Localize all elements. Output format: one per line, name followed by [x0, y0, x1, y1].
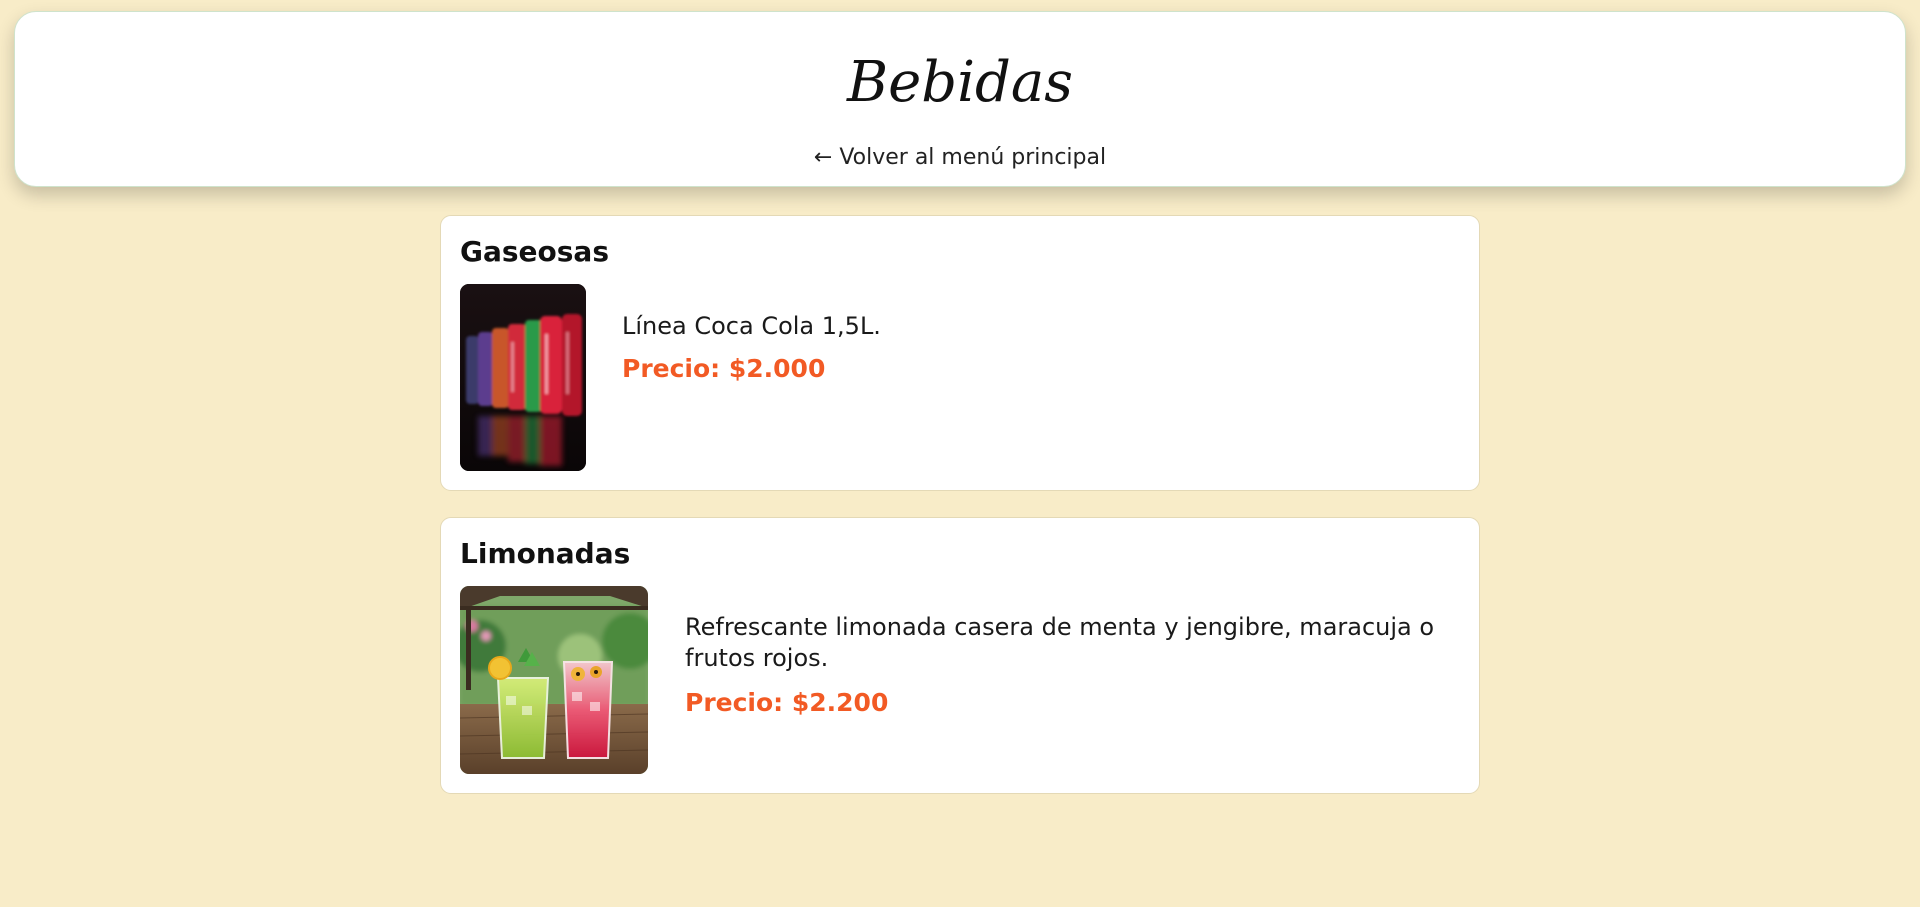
lemonade-glasses-image	[460, 586, 648, 774]
section-card-limonadas: Limonadas Refrescante limonada casera de…	[440, 517, 1480, 794]
page-header: Bebidas ← Volver al menú principal	[14, 11, 1906, 187]
section-title: Limonadas	[460, 537, 631, 570]
item-price: Precio: $2.000	[622, 354, 826, 383]
section-title: Gaseosas	[460, 235, 609, 268]
back-to-menu-link[interactable]: ← Volver al menú principal	[15, 145, 1905, 170]
item-price: Precio: $2.200	[685, 688, 889, 717]
page-title: Bebidas	[846, 50, 1074, 115]
item-description: Refrescante limonada casera de menta y j…	[685, 613, 1435, 672]
section-card-gaseosas: Gaseosas Línea Coca Cola 1,5L. Precio: $…	[440, 215, 1480, 491]
item-description: Línea Coca Cola 1,5L.	[622, 312, 881, 340]
soda-cans-image	[460, 284, 586, 471]
